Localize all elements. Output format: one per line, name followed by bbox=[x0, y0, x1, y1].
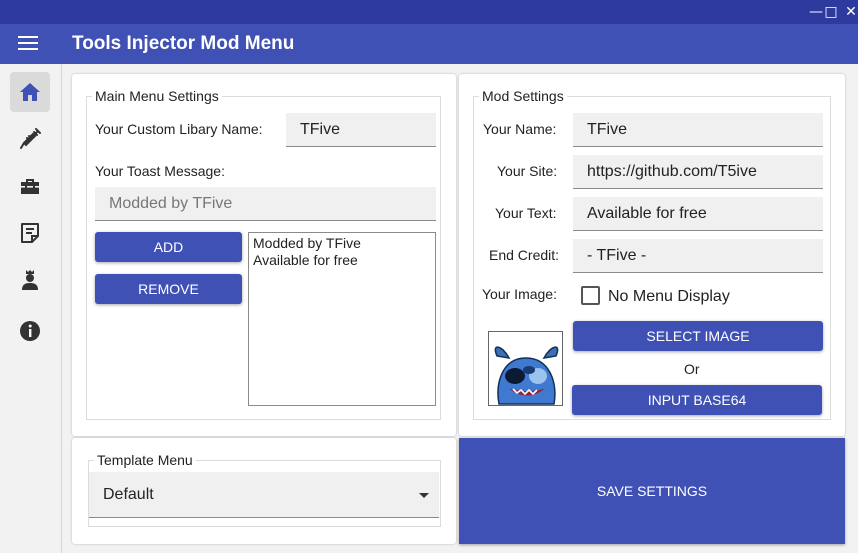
sidebar bbox=[0, 64, 62, 553]
your-name-input[interactable]: TFive bbox=[573, 113, 823, 147]
image-preview bbox=[488, 331, 563, 406]
add-toast-button[interactable]: ADD bbox=[95, 232, 242, 262]
your-site-label: Your Site: bbox=[497, 163, 558, 179]
your-image-label: Your Image: bbox=[482, 286, 557, 302]
end-credit-label: End Credit: bbox=[489, 247, 560, 263]
toast-message-label: Your Toast Message: bbox=[95, 163, 225, 179]
window-titlebar: — □ ✕ bbox=[0, 0, 858, 24]
template-selected-value: Default bbox=[103, 485, 154, 503]
stitch-image bbox=[494, 346, 559, 405]
toolbox-icon bbox=[21, 179, 39, 194]
hamburger-icon[interactable] bbox=[18, 36, 40, 52]
info-icon bbox=[20, 321, 40, 341]
save-settings-button[interactable]: SAVE SETTINGS bbox=[459, 438, 845, 544]
dropdown-arrow-icon bbox=[419, 493, 429, 498]
no-menu-display-checkbox[interactable] bbox=[581, 286, 600, 305]
your-text-label: Your Text: bbox=[495, 205, 557, 221]
template-select[interactable]: Default bbox=[89, 472, 439, 518]
toast-message-input[interactable]: Modded by TFive bbox=[95, 187, 436, 221]
sidebar-item-account[interactable] bbox=[10, 260, 50, 300]
library-name-input[interactable]: TFive bbox=[286, 113, 436, 147]
your-name-label: Your Name: bbox=[483, 121, 557, 137]
app-header: Tools Injector Mod Menu bbox=[0, 24, 858, 64]
no-menu-display-label[interactable]: No Menu Display bbox=[608, 288, 730, 306]
input-base64-button[interactable]: INPUT BASE64 bbox=[572, 385, 822, 415]
sidebar-item-about[interactable] bbox=[10, 311, 50, 351]
user-crown-icon bbox=[22, 270, 38, 290]
end-credit-input[interactable]: - TFive - bbox=[573, 239, 823, 273]
sidebar-item-tools[interactable] bbox=[10, 166, 50, 206]
app-title: Tools Injector Mod Menu bbox=[72, 33, 295, 54]
home-icon bbox=[20, 83, 40, 101]
select-image-button[interactable]: SELECT IMAGE bbox=[573, 321, 823, 351]
mod-settings-legend: Mod Settings bbox=[482, 88, 564, 104]
sidebar-item-notes[interactable] bbox=[10, 213, 50, 253]
sidebar-item-injector[interactable] bbox=[10, 119, 50, 159]
your-site-input[interactable]: https://github.com/T5ive bbox=[573, 155, 823, 189]
sidebar-item-home[interactable] bbox=[10, 72, 50, 112]
or-label: Or bbox=[684, 361, 700, 377]
main-menu-legend: Main Menu Settings bbox=[95, 88, 219, 104]
list-item[interactable]: Modded by TFive bbox=[253, 235, 431, 252]
template-menu-legend: Template Menu bbox=[97, 452, 193, 468]
note-icon bbox=[21, 223, 39, 243]
close-button[interactable]: ✕ bbox=[839, 0, 858, 24]
library-name-label: Your Custom Libary Name: bbox=[95, 121, 263, 137]
list-item[interactable]: Available for free bbox=[253, 252, 431, 269]
your-text-input[interactable]: Available for free bbox=[573, 197, 823, 231]
syringe-icon bbox=[20, 128, 41, 149]
remove-toast-button[interactable]: REMOVE bbox=[95, 274, 242, 304]
toast-list[interactable]: Modded by TFive Available for free bbox=[248, 232, 436, 406]
